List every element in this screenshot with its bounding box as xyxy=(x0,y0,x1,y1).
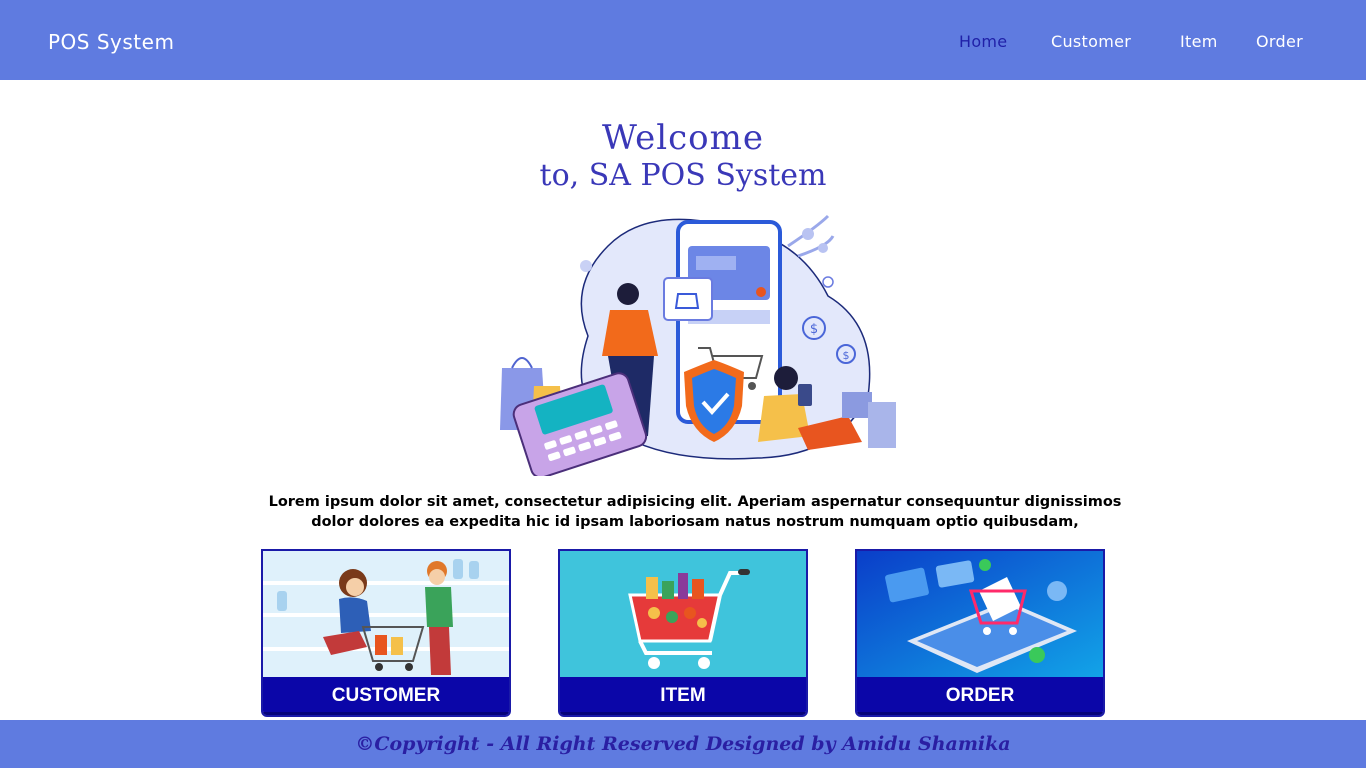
navbar: POS System Home Customer Item Order xyxy=(0,0,1366,80)
nav-link-item[interactable]: Item xyxy=(1180,32,1218,51)
mobile-shopping-illustration xyxy=(857,551,1103,679)
footer: ©Copyright - All Right Reserved Designed… xyxy=(0,720,1366,768)
order-card[interactable]: ORDER xyxy=(855,549,1105,717)
customer-card-label: CUSTOMER xyxy=(263,677,509,715)
item-card-label: ITEM xyxy=(560,677,806,715)
intro-description: Lorem ipsum dolor sit amet, consectetur … xyxy=(230,492,1160,532)
order-card-label: ORDER xyxy=(857,677,1103,715)
copyright-text: ©Copyright - All Right Reserved Designed… xyxy=(355,733,1011,755)
nav-link-order[interactable]: Order xyxy=(1256,32,1303,51)
pos-hero-illustration: $ $ xyxy=(500,214,896,476)
description-line-1: Lorem ipsum dolor sit amet, consectetur … xyxy=(268,494,1122,510)
item-card[interactable]: ITEM xyxy=(558,549,808,717)
welcome-heading: Welcome xyxy=(601,118,765,158)
svg-text:$: $ xyxy=(810,322,818,337)
description-line-2: dolor dolores ea expedita hic id ipsam l… xyxy=(311,514,1079,530)
nav-link-customer[interactable]: Customer xyxy=(1051,32,1131,51)
customer-card[interactable]: CUSTOMER xyxy=(261,549,511,717)
svg-text:$: $ xyxy=(843,349,850,362)
grocery-cart-illustration xyxy=(560,551,806,679)
nav-link-home[interactable]: Home xyxy=(959,32,1007,51)
shoppers-cart-illustration xyxy=(263,551,509,679)
welcome-subtitle: to, SA POS System xyxy=(539,158,827,193)
brand-title[interactable]: POS System xyxy=(48,30,174,54)
